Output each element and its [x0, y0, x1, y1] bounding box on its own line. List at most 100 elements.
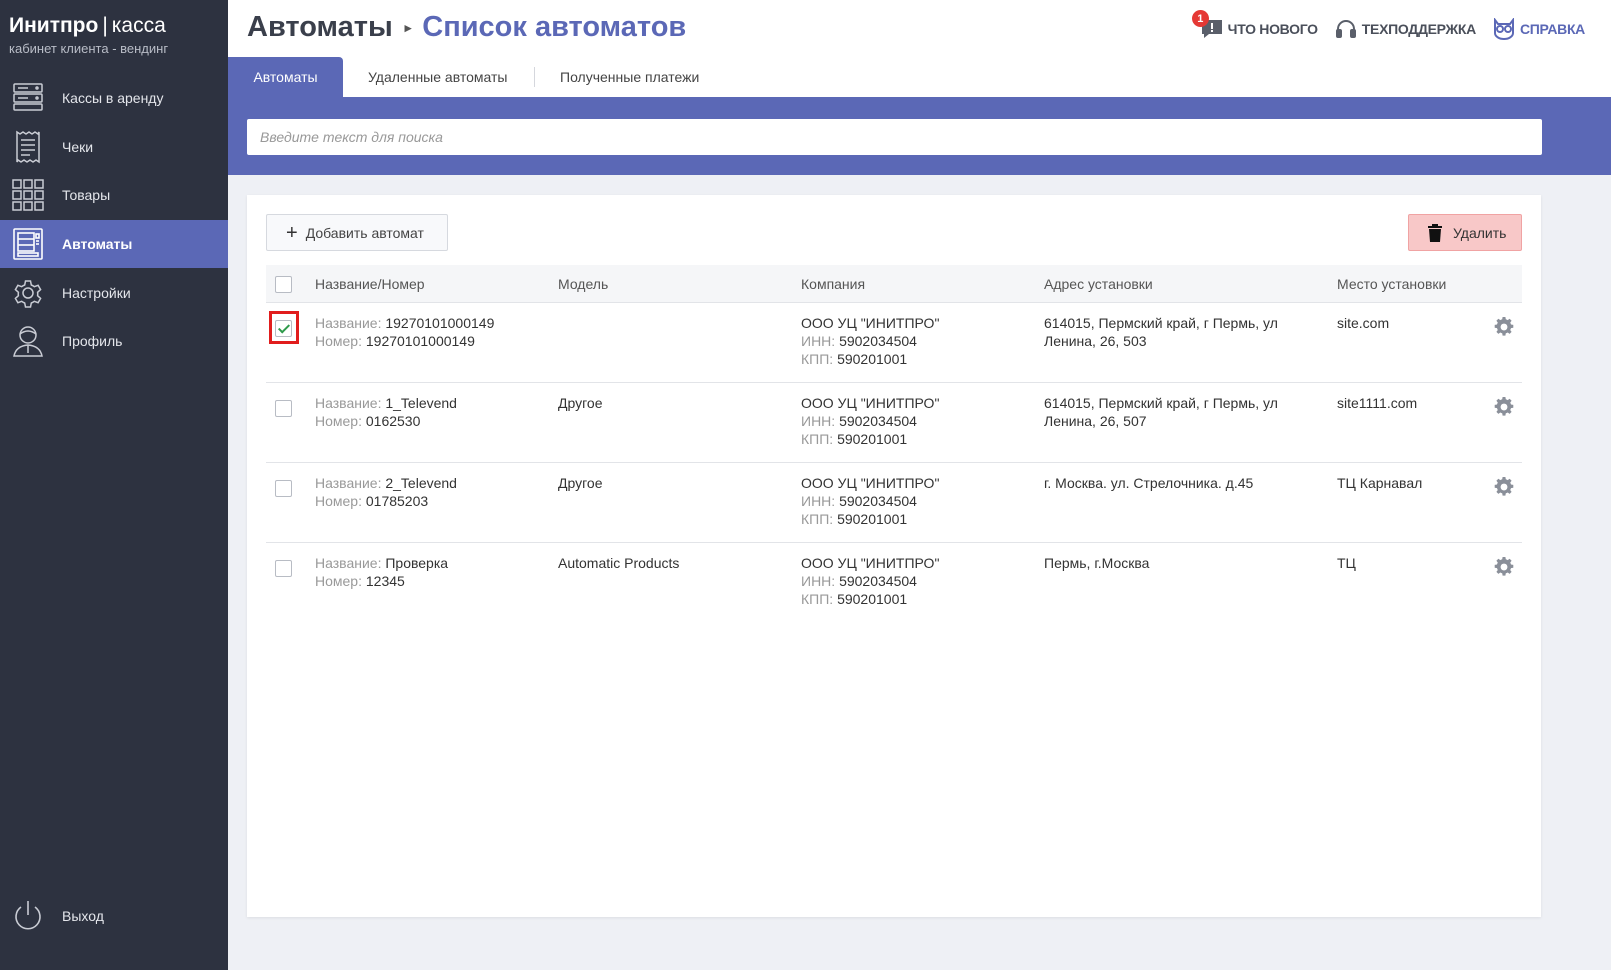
column-header-company[interactable]: Компания	[801, 275, 865, 293]
inn-value: 5902034504	[839, 493, 917, 509]
help-label: СПРАВКА	[1519, 21, 1585, 37]
whats-new-link[interactable]: 1 ЧТО НОВОГО	[1191, 10, 1318, 40]
inn-prefix: ИНН:	[801, 493, 836, 509]
sidebar-item-receipts[interactable]: Чеки	[0, 123, 228, 172]
sidebar-item-settings[interactable]: Настройки	[0, 268, 228, 317]
gear-icon	[10, 275, 46, 311]
sidebar-item-profile[interactable]: Профиль	[0, 317, 228, 366]
delete-label: Удалить	[1453, 224, 1507, 241]
table-row[interactable]: Название: 2_Televend Номер: 01785203 Дру…	[266, 463, 1522, 543]
chat-icon: 1	[1191, 10, 1224, 40]
sidebar-item-vending-machines[interactable]: Автоматы	[0, 219, 228, 269]
name-cell: Название: 1_Televend Номер: 0162530	[315, 394, 457, 430]
sidebar-item-label: Товары	[62, 187, 111, 204]
power-icon	[10, 898, 46, 934]
column-header-name[interactable]: Название/Номер	[315, 275, 425, 293]
row-settings-gear-icon[interactable]	[1494, 397, 1514, 417]
trash-icon	[1427, 223, 1443, 242]
name-prefix: Название:	[315, 315, 382, 331]
machine-name: Проверка	[385, 555, 449, 571]
brand: Инитпро | касса кабинет клиента - вендинг	[9, 14, 168, 56]
sidebar-item-rental-registers[interactable]: Кассы в аренду	[0, 74, 228, 123]
sidebar-item-label: Настройки	[62, 284, 131, 301]
place-cell: ТЦ Карнавал	[1337, 475, 1423, 491]
plus-icon: +	[286, 221, 298, 244]
column-header-address[interactable]: Адрес установки	[1044, 275, 1294, 293]
row-checkbox[interactable]	[275, 320, 292, 337]
row-settings-gear-icon[interactable]	[1494, 557, 1514, 577]
breadcrumb-root[interactable]: Автоматы	[247, 11, 393, 44]
delete-button[interactable]: Удалить	[1408, 214, 1522, 251]
table-row[interactable]: Название: 19270101000149 Номер: 19270101…	[266, 303, 1522, 383]
sidebar-item-label: Профиль	[62, 333, 123, 350]
place-cell: site.com	[1337, 315, 1390, 331]
tab-bar: Автоматы Удаленные автоматы Полученные п…	[228, 57, 1611, 97]
sidebar-item-label: Автоматы	[62, 236, 133, 253]
logout-label: Выход	[62, 908, 104, 924]
sidebar-nav: Кассы в аренду Чеки Товары Автоматы Наст…	[0, 74, 228, 366]
model-cell: Другое	[558, 395, 603, 411]
tab-vending-machines[interactable]: Автоматы	[228, 57, 343, 97]
machine-name: 2_Televend	[385, 475, 457, 491]
row-check-cell	[275, 319, 292, 337]
table-header: Название/Номер Модель Компания Адрес уст…	[266, 265, 1522, 303]
sidebar: Инитпро | касса кабинет клиента - вендинг …	[0, 0, 228, 970]
model-cell: Automatic Products	[558, 555, 680, 571]
support-label: ТЕХПОДДЕРЖКА	[1361, 21, 1476, 37]
inn-prefix: ИНН:	[801, 333, 836, 349]
inn-value: 5902034504	[839, 573, 917, 589]
breadcrumb: Автоматы ▸ Список автоматов	[247, 11, 686, 44]
row-checkbox[interactable]	[275, 480, 292, 497]
brand-separator: |	[102, 14, 108, 37]
page-title: Список автоматов	[422, 11, 687, 43]
row-settings-gear-icon[interactable]	[1494, 477, 1514, 497]
add-machine-label: Добавить автомат	[305, 224, 424, 241]
inn-value: 5902034504	[839, 333, 917, 349]
column-header-model[interactable]: Модель	[558, 275, 608, 293]
table-row[interactable]: Название: Проверка Номер: 12345 Automati…	[266, 543, 1522, 623]
row-checkbox[interactable]	[275, 560, 292, 577]
logout-button[interactable]: Выход	[10, 898, 104, 934]
name-cell: Название: Проверка Номер: 12345	[315, 554, 448, 590]
search-input[interactable]	[247, 119, 1542, 155]
sidebar-item-goods[interactable]: Товары	[0, 171, 228, 220]
machine-number: 19270101000149	[365, 333, 475, 349]
row-settings-gear-icon[interactable]	[1494, 317, 1514, 337]
company-cell: ООО УЦ "ИНИТПРО" ИНН: 5902034504 КПП: 59…	[801, 474, 939, 528]
row-check-cell	[275, 399, 292, 417]
column-header-place[interactable]: Место установки	[1337, 275, 1446, 293]
sidebar-item-label: Чеки	[62, 138, 94, 155]
machine-number: 0162530	[365, 413, 421, 429]
name-cell: Название: 19270101000149 Номер: 19270101…	[315, 314, 494, 350]
number-prefix: Номер:	[315, 413, 362, 429]
help-link[interactable]: СПРАВКА	[1492, 18, 1585, 40]
server-icon	[10, 80, 46, 116]
name-prefix: Название:	[315, 475, 382, 491]
company-cell: ООО УЦ "ИНИТПРО" ИНН: 5902034504 КПП: 59…	[801, 394, 939, 448]
tab-received-payments[interactable]: Полученные платежи	[560, 57, 699, 97]
number-prefix: Номер:	[315, 333, 362, 349]
kpp-value: 590201001	[837, 351, 908, 367]
tabs-search-band: Автоматы Удаленные автоматы Полученные п…	[228, 57, 1611, 175]
support-link[interactable]: ТЕХПОДДЕРЖКА	[1334, 18, 1476, 40]
table-row[interactable]: Название: 1_Televend Номер: 0162530 Друг…	[266, 383, 1522, 463]
number-prefix: Номер:	[315, 573, 362, 589]
address-cell: 614015, Пермский край, г Пермь, ул Ленин…	[1044, 395, 1278, 429]
brand-name: Инитпро	[9, 14, 99, 37]
row-checkbox[interactable]	[275, 400, 292, 417]
header-links: 1 ЧТО НОВОГО ТЕХПОДДЕРЖКА СПРАВКА	[1191, 10, 1585, 40]
owl-icon	[1492, 18, 1516, 40]
machines-table: Название/Номер Модель Компания Адрес уст…	[266, 265, 1522, 623]
name-cell: Название: 2_Televend Номер: 01785203	[315, 474, 457, 510]
select-all-checkbox[interactable]	[275, 276, 292, 293]
kpp-prefix: КПП:	[801, 511, 834, 527]
tab-deleted-machines[interactable]: Удаленные автоматы	[368, 57, 507, 97]
place-cell: site1111.com	[1337, 395, 1418, 411]
brand-product: касса	[111, 14, 166, 37]
add-machine-button[interactable]: + Добавить автомат	[266, 214, 448, 251]
company-name: ООО УЦ "ИНИТПРО"	[801, 315, 940, 331]
company-cell: ООО УЦ "ИНИТПРО" ИНН: 5902034504 КПП: 59…	[801, 554, 939, 608]
machine-name: 1_Televend	[385, 395, 457, 411]
breadcrumb-arrow-icon: ▸	[404, 19, 412, 35]
address-cell: г. Москва. ул. Стрелочника. д.45	[1044, 475, 1254, 491]
